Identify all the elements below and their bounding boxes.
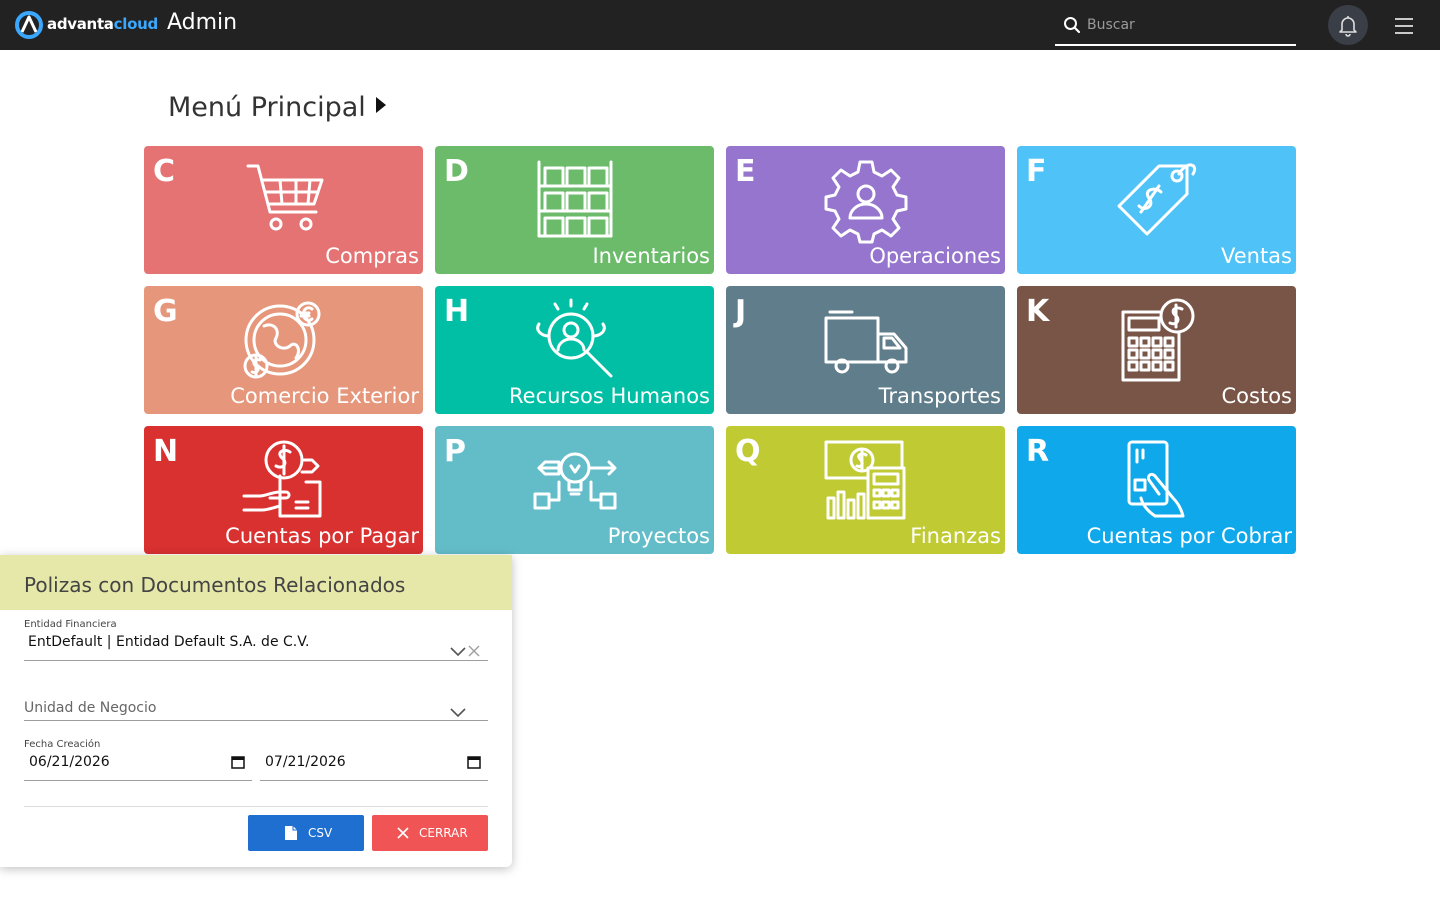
chevron-down-icon[interactable] [450, 647, 466, 657]
tile-letter: G [153, 294, 178, 329]
tile-label: Operaciones [869, 244, 1001, 268]
tile-compras[interactable]: C Compras [144, 146, 423, 274]
csv-button-label: CSV [308, 826, 333, 840]
tile-letter: K [1026, 294, 1050, 329]
tile-letter: D [444, 154, 469, 189]
search-icon [1064, 17, 1081, 34]
tile-label: Cuentas por Pagar [225, 524, 419, 548]
tile-comercio-exterior[interactable]: G Comercio Exterior [144, 286, 423, 414]
user-search-icon [531, 296, 619, 384]
tile-label: Proyectos [607, 524, 710, 548]
search-input[interactable] [1087, 14, 1287, 36]
tile-ventas[interactable]: F Ventas [1017, 146, 1296, 274]
tile-operaciones[interactable]: E Operaciones [726, 146, 1005, 274]
entidad-underline [24, 660, 488, 661]
logo-text-cloud: cloud [113, 15, 159, 33]
tile-recursos-humanos[interactable]: H Recursos Humanos [435, 286, 714, 414]
tile-finanzas[interactable]: Q Finanzas [726, 426, 1005, 554]
chevron-down-icon[interactable] [450, 708, 466, 718]
unidad-negocio-select[interactable]: Unidad de Negocio [24, 700, 156, 716]
tile-cuentas-por-pagar[interactable]: N Cuentas por Pagar [144, 426, 423, 554]
report-panel-title: Polizas con Documentos Relacionados [24, 573, 406, 597]
warehouse-boxes-icon [531, 156, 619, 244]
fecha-hasta-underline [260, 780, 488, 781]
truck-icon [822, 296, 910, 384]
tile-letter: F [1026, 154, 1047, 189]
divider [24, 806, 488, 807]
fecha-desde-input[interactable]: 06/21/2026 [29, 754, 110, 770]
tile-letter: R [1026, 434, 1050, 469]
tile-transportes[interactable]: J Transportes [726, 286, 1005, 414]
tile-letter: E [735, 154, 756, 189]
tile-label: Recursos Humanos [509, 384, 710, 408]
tile-label: Compras [325, 244, 419, 268]
fecha-creacion-label: Fecha Creación [24, 739, 101, 750]
tile-letter: N [153, 434, 179, 469]
menu-bar [1395, 18, 1413, 20]
hamburger-menu-icon[interactable] [1393, 15, 1415, 37]
clear-icon[interactable] [468, 645, 480, 657]
logo-text: advantacloud [47, 15, 158, 33]
bell-icon [1339, 16, 1357, 37]
notifications-button[interactable] [1328, 5, 1368, 45]
cerrar-button[interactable]: CERRAR [372, 815, 488, 851]
shopping-cart-icon [240, 156, 328, 244]
report-panel: Polizas con Documentos Relacionados Enti… [0, 555, 512, 867]
menu-bar [1395, 32, 1413, 34]
fecha-desde-underline [24, 780, 252, 781]
tile-label: Transportes [878, 384, 1001, 408]
menu-bar [1395, 25, 1413, 27]
tile-label: Finanzas [910, 524, 1001, 548]
logo-text-advanta: advanta [47, 15, 114, 33]
entidad-financiera-label: Entidad Financiera [24, 619, 117, 630]
fecha-hasta-input[interactable]: 07/21/2026 [265, 754, 346, 770]
top-navbar: advantacloud Admin [0, 0, 1440, 50]
page-title: Menú Principal [168, 92, 386, 123]
page-title-text: Menú Principal [168, 92, 366, 123]
tile-label: Cuentas por Cobrar [1086, 524, 1292, 548]
tile-letter: J [735, 294, 747, 329]
unidad-underline [24, 720, 488, 721]
tile-cuentas-por-cobrar[interactable]: R Cuentas por Cobrar [1017, 426, 1296, 554]
tile-letter: C [153, 154, 176, 189]
globe-currency-icon [240, 296, 328, 384]
search-box[interactable] [1055, 10, 1296, 46]
calculator-dollar-icon [1113, 296, 1201, 384]
entidad-financiera-select[interactable]: EntDefault | Entidad Default S.A. de C.V… [28, 634, 309, 650]
finance-calculator-icon [822, 436, 910, 524]
csv-button[interactable]: CSV [248, 815, 364, 851]
tile-letter: H [444, 294, 470, 329]
report-panel-header: Polizas con Documentos Relacionados [0, 555, 512, 610]
lightbulb-project-icon [531, 436, 619, 524]
tile-label: Comercio Exterior [230, 384, 419, 408]
hand-card-icon [1113, 436, 1201, 524]
tile-proyectos[interactable]: P Proyectos [435, 426, 714, 554]
tile-inventarios[interactable]: D Inventarios [435, 146, 714, 274]
gear-user-icon [822, 156, 910, 244]
calendar-icon[interactable] [231, 755, 245, 769]
csv-file-icon [285, 826, 297, 840]
cerrar-button-label: CERRAR [419, 826, 468, 840]
app-logo[interactable]: advantacloud [14, 10, 158, 40]
tile-label: Inventarios [592, 244, 710, 268]
tile-label: Ventas [1220, 244, 1292, 268]
tile-costos[interactable]: K Costos [1017, 286, 1296, 414]
price-tag-icon [1113, 156, 1201, 244]
close-icon [397, 827, 409, 839]
tile-letter: P [444, 434, 466, 469]
logo-icon [15, 11, 43, 39]
tile-letter: Q [735, 434, 761, 469]
tile-label: Costos [1221, 384, 1292, 408]
hand-coin-icon [240, 436, 328, 524]
caret-right-icon[interactable] [375, 97, 386, 113]
calendar-icon[interactable] [467, 755, 481, 769]
app-title: Admin [167, 10, 238, 35]
